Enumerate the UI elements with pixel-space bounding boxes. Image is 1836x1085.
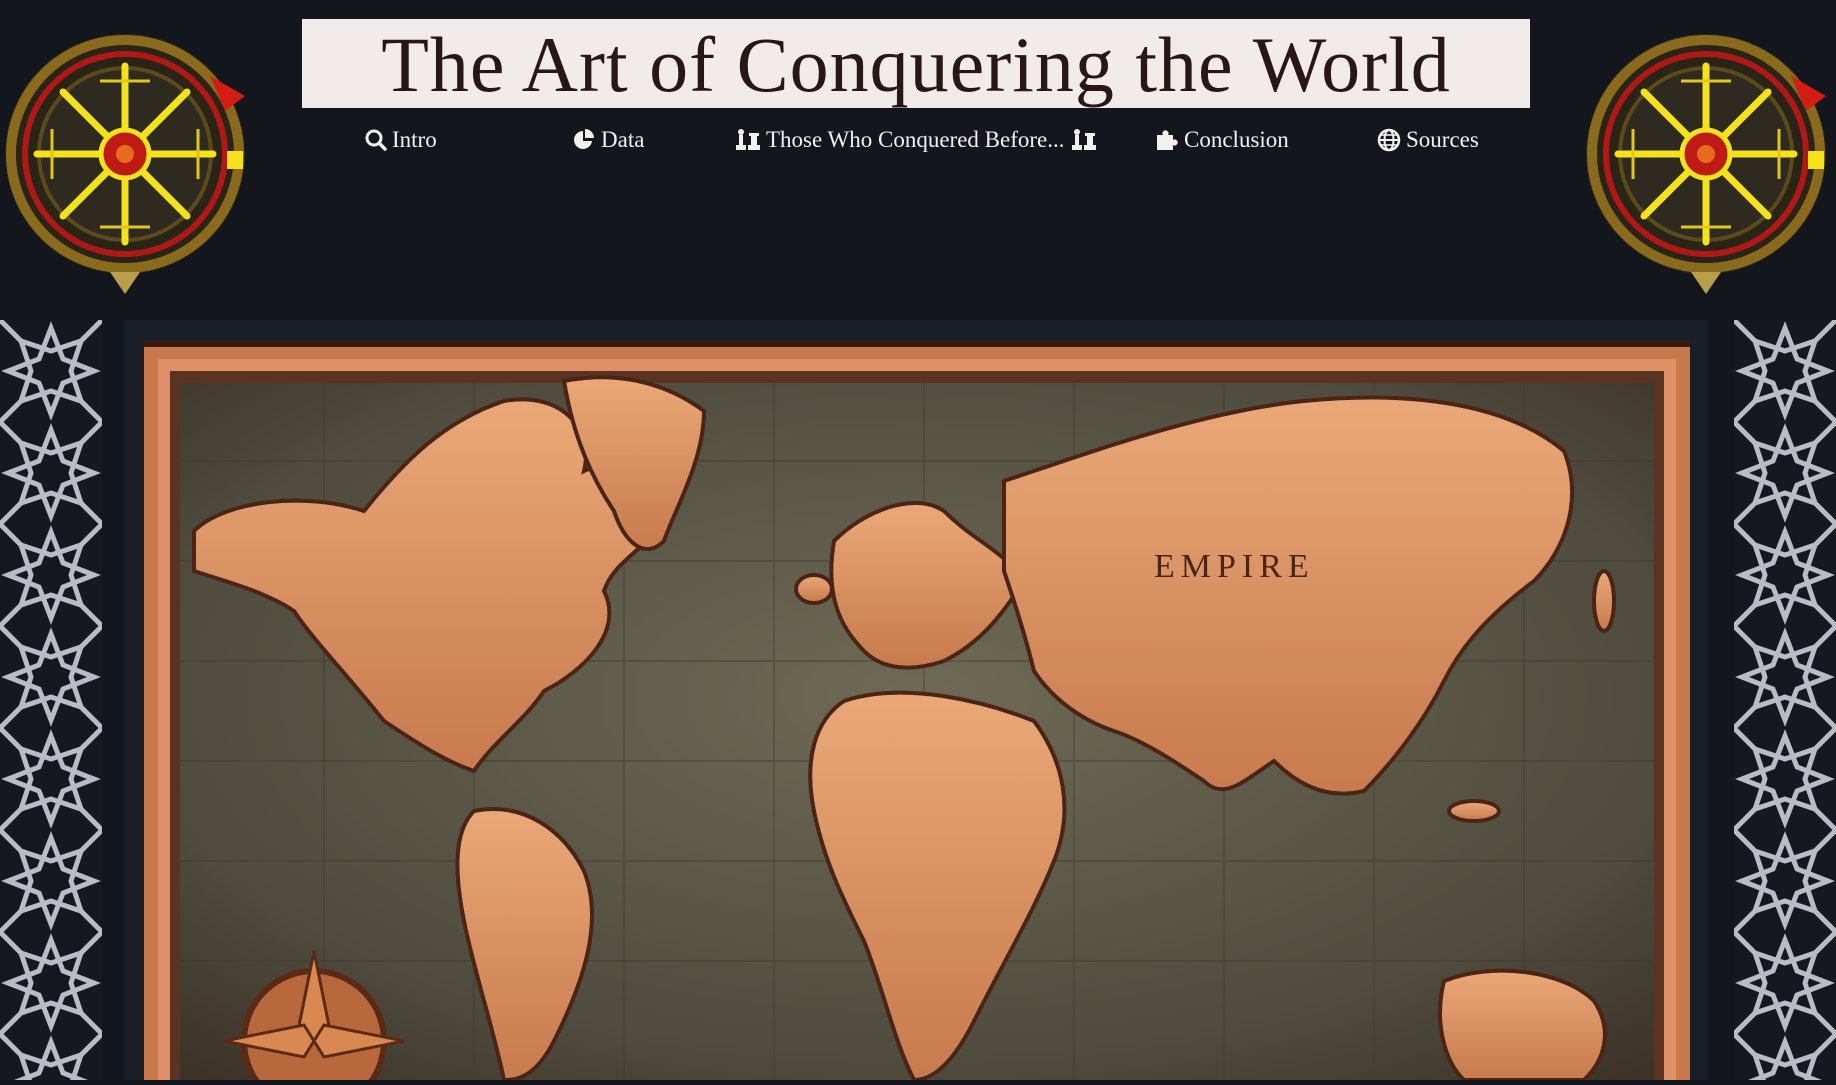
nav-item-label: Data (601, 127, 645, 152)
nav-item-conclusion[interactable]: Conclusion (1155, 122, 1289, 158)
chess-pieces-icon (1071, 128, 1097, 152)
compass-emblem-right (1586, 26, 1836, 296)
nav-item-label: Sources (1406, 127, 1479, 152)
nav-item-intro[interactable]: Intro (365, 122, 437, 158)
compass-emblem-left (5, 26, 255, 296)
main-nav: Intro Data Those Who Conquered Before...… (302, 122, 1530, 158)
search-icon (365, 129, 387, 151)
nav-item-conquerors[interactable]: Those Who Conquered Before... (735, 122, 1097, 158)
geometric-pattern-right (1734, 320, 1836, 1080)
pie-chart-icon (572, 128, 596, 152)
nav-item-data[interactable]: Data (572, 122, 644, 158)
nav-item-label: Those Who Conquered Before... (766, 127, 1065, 152)
world-map-image: EMPIRE (144, 341, 1690, 1080)
puzzle-icon (1155, 128, 1179, 152)
nav-item-label: Conclusion (1184, 127, 1289, 152)
site-header: The Art of Conquering the World Intro Da… (0, 0, 1836, 320)
chess-pieces-icon (735, 128, 761, 152)
map-empire-text: EMPIRE (1154, 548, 1315, 585)
geometric-pattern-left (0, 320, 102, 1080)
page-title: The Art of Conquering the World (381, 20, 1451, 108)
nav-item-sources[interactable]: Sources (1377, 122, 1479, 158)
nav-item-label: Intro (392, 127, 437, 152)
globe-icon (1377, 128, 1401, 152)
title-banner: The Art of Conquering the World (302, 19, 1530, 108)
